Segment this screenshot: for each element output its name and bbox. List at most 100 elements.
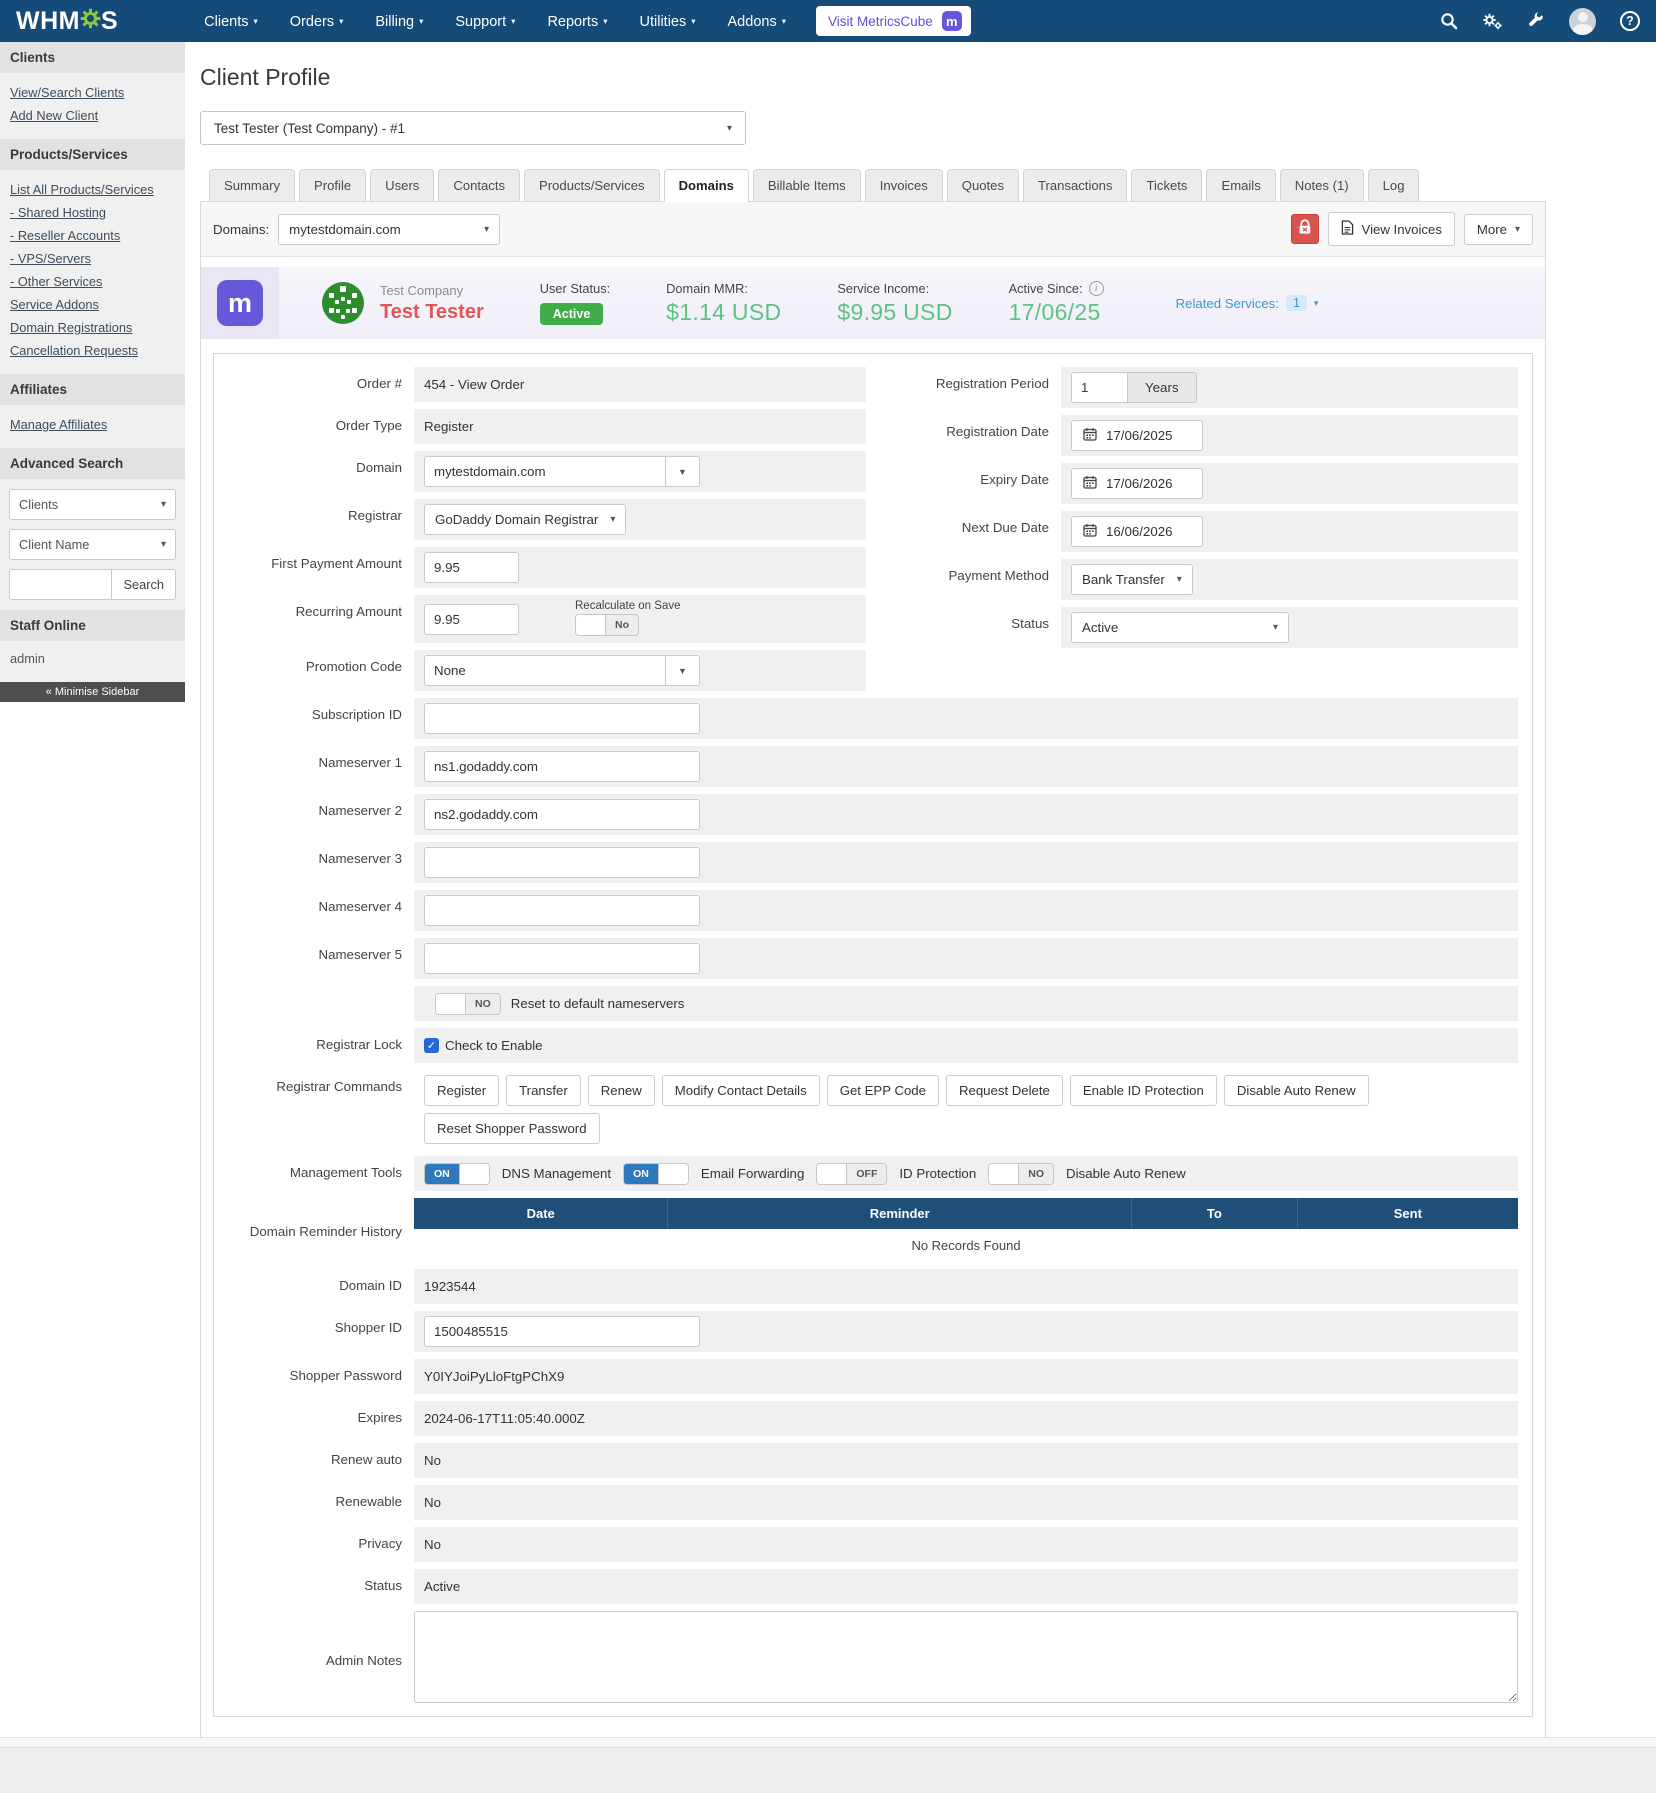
request-delete-button[interactable]: Request Delete bbox=[946, 1075, 1063, 1106]
chevron-down-icon: ▾ bbox=[339, 0, 343, 42]
registrar-select[interactable]: GoDaddy Domain Registrar ▾ bbox=[424, 504, 626, 535]
promotion-code-dropdown-button[interactable]: ▼ bbox=[666, 655, 700, 686]
disable-auto-renew-button[interactable]: Disable Auto Renew bbox=[1224, 1075, 1369, 1106]
domain-dropdown-button[interactable]: ▼ bbox=[666, 456, 700, 487]
tab-invoices[interactable]: Invoices bbox=[865, 169, 943, 201]
shopper-id-input[interactable] bbox=[424, 1316, 700, 1347]
sidebar-link-cancellation-requests[interactable]: Cancellation Requests bbox=[10, 339, 175, 362]
more-button[interactable]: More ▾ bbox=[1464, 214, 1533, 245]
related-services-link[interactable]: Related Services: 1 ▾ bbox=[1176, 295, 1319, 311]
advanced-search-button[interactable]: Search bbox=[111, 569, 176, 600]
system-settings-cogs-icon[interactable] bbox=[1482, 12, 1503, 31]
tab-domains[interactable]: Domains bbox=[664, 169, 749, 202]
sidebar-link-list-all-products[interactable]: List All Products/Services bbox=[10, 178, 175, 201]
nav-support[interactable]: Support▾ bbox=[439, 0, 531, 43]
registration-date-input[interactable]: 17/06/2025 bbox=[1071, 420, 1203, 451]
sidebar-link-service-addons[interactable]: Service Addons bbox=[10, 293, 175, 316]
advanced-search-input[interactable] bbox=[9, 569, 111, 600]
tab-log[interactable]: Log bbox=[1368, 169, 1420, 201]
tab-billable-items[interactable]: Billable Items bbox=[753, 169, 861, 201]
user-avatar[interactable] bbox=[1569, 8, 1596, 35]
nameserver4-input[interactable] bbox=[424, 895, 700, 926]
email-forwarding-toggle[interactable]: ON bbox=[623, 1163, 689, 1185]
advanced-search-category-select[interactable]: Clients▾ bbox=[9, 489, 176, 520]
admin-notes-textarea[interactable] bbox=[414, 1611, 1518, 1703]
registrar-commands-row: Registrar Commands Register Transfer Ren… bbox=[214, 1070, 1518, 1149]
tab-notes[interactable]: Notes (1) bbox=[1280, 169, 1364, 201]
nav-reports[interactable]: Reports▾ bbox=[531, 0, 623, 43]
get-epp-code-button[interactable]: Get EPP Code bbox=[827, 1075, 939, 1106]
search-icon[interactable] bbox=[1440, 12, 1458, 30]
sidebar-link-reseller-accounts[interactable]: - Reseller Accounts bbox=[10, 224, 175, 247]
advanced-search-field-select[interactable]: Client Name▾ bbox=[9, 529, 176, 560]
tab-tickets[interactable]: Tickets bbox=[1131, 169, 1202, 201]
registrar-lock-checkbox[interactable]: ✓ bbox=[424, 1038, 439, 1053]
enable-id-protection-button[interactable]: Enable ID Protection bbox=[1070, 1075, 1217, 1106]
sidebar-link-vps-servers[interactable]: - VPS/Servers bbox=[10, 247, 175, 270]
dns-management-toggle[interactable]: ON bbox=[424, 1163, 490, 1185]
column-header-reminder[interactable]: Reminder bbox=[668, 1198, 1132, 1229]
transfer-button[interactable]: Transfer bbox=[506, 1075, 581, 1106]
sidebar-link-other-services[interactable]: - Other Services bbox=[10, 270, 175, 293]
recurring-amount-input[interactable] bbox=[424, 604, 519, 635]
sidebar-link-add-new-client[interactable]: Add New Client bbox=[10, 104, 175, 127]
reset-nameservers-toggle[interactable]: NO bbox=[435, 993, 501, 1015]
sidebar-link-shared-hosting[interactable]: - Shared Hosting bbox=[10, 201, 175, 224]
next-due-date-input[interactable]: 16/06/2026 bbox=[1071, 516, 1203, 547]
nav-clients[interactable]: Clients▾ bbox=[188, 0, 274, 43]
domain-id-row: Domain ID 1923544 bbox=[214, 1269, 1518, 1304]
tab-users[interactable]: Users bbox=[370, 169, 434, 201]
column-header-to[interactable]: To bbox=[1132, 1198, 1298, 1229]
whmcs-logo[interactable]: WHMS bbox=[16, 5, 118, 37]
nav-utilities[interactable]: Utilities▾ bbox=[624, 0, 712, 43]
sidebar-link-manage-affiliates[interactable]: Manage Affiliates bbox=[10, 413, 175, 436]
id-protection-toggle[interactable]: OFF bbox=[816, 1163, 887, 1185]
nameserver5-input[interactable] bbox=[424, 943, 700, 974]
nav-orders[interactable]: Orders▾ bbox=[274, 0, 360, 43]
reset-shopper-password-button[interactable]: Reset Shopper Password bbox=[424, 1113, 600, 1144]
tab-emails[interactable]: Emails bbox=[1206, 169, 1275, 201]
subscription-id-input[interactable] bbox=[424, 703, 700, 734]
status-select[interactable]: Active ▾ bbox=[1071, 612, 1289, 643]
expiry-date-input[interactable]: 17/06/2026 bbox=[1071, 468, 1203, 499]
tab-transactions[interactable]: Transactions bbox=[1023, 169, 1127, 201]
info-icon[interactable]: i bbox=[1089, 281, 1104, 296]
table-row: No Records Found bbox=[414, 1229, 1518, 1262]
wrench-icon[interactable] bbox=[1527, 12, 1545, 30]
tab-profile[interactable]: Profile bbox=[299, 169, 366, 201]
first-payment-amount-input[interactable] bbox=[424, 552, 519, 583]
modify-contact-details-button[interactable]: Modify Contact Details bbox=[662, 1075, 820, 1106]
shopper-password-row: Shopper Password Y0IYJoiPyLloFtgPChX9 bbox=[214, 1359, 1518, 1394]
visit-metricscube-button[interactable]: Visit MetricsCube m bbox=[816, 6, 971, 36]
tab-quotes[interactable]: Quotes bbox=[947, 169, 1019, 201]
help-icon[interactable]: ? bbox=[1620, 11, 1640, 31]
order-number-value[interactable]: 454 - View Order bbox=[424, 377, 524, 392]
tab-products-services[interactable]: Products/Services bbox=[524, 169, 660, 201]
sidebar-link-view-search-clients[interactable]: View/Search Clients bbox=[10, 81, 175, 104]
renew-button[interactable]: Renew bbox=[588, 1075, 655, 1106]
nameserver1-input[interactable] bbox=[424, 751, 700, 782]
column-header-date[interactable]: Date bbox=[414, 1198, 668, 1229]
column-header-sent[interactable]: Sent bbox=[1297, 1198, 1518, 1229]
register-button[interactable]: Register bbox=[424, 1075, 499, 1106]
registration-period-input[interactable] bbox=[1071, 372, 1128, 403]
sidebar-link-domain-registrations[interactable]: Domain Registrations bbox=[10, 316, 175, 339]
sidebar-section-advanced-search: Advanced Search bbox=[0, 448, 185, 479]
registrar-lock-status-button[interactable] bbox=[1291, 214, 1319, 244]
disable-auto-renew-toggle[interactable]: NO bbox=[988, 1163, 1054, 1185]
domain-selector-dropdown[interactable]: mytestdomain.com ▾ bbox=[278, 214, 500, 245]
payment-method-select[interactable]: Bank Transfer ▾ bbox=[1071, 564, 1193, 595]
nav-addons[interactable]: Addons▾ bbox=[712, 0, 802, 43]
minimise-sidebar-button[interactable]: « Minimise Sidebar bbox=[0, 682, 185, 702]
tab-summary[interactable]: Summary bbox=[209, 169, 295, 201]
nameserver2-input[interactable] bbox=[424, 799, 700, 830]
recalculate-on-save-toggle[interactable]: No bbox=[575, 614, 639, 636]
domain-input[interactable] bbox=[424, 456, 666, 487]
client-selector-dropdown[interactable]: Test Tester (Test Company) - #1 ▾ bbox=[200, 111, 746, 145]
reset-nameservers-row: NO Reset to default nameservers bbox=[214, 986, 1518, 1021]
view-invoices-button[interactable]: View Invoices bbox=[1328, 212, 1455, 246]
tab-contacts[interactable]: Contacts bbox=[438, 169, 520, 201]
nav-billing[interactable]: Billing▾ bbox=[359, 0, 439, 43]
nameserver3-input[interactable] bbox=[424, 847, 700, 878]
promotion-code-input[interactable] bbox=[424, 655, 666, 686]
